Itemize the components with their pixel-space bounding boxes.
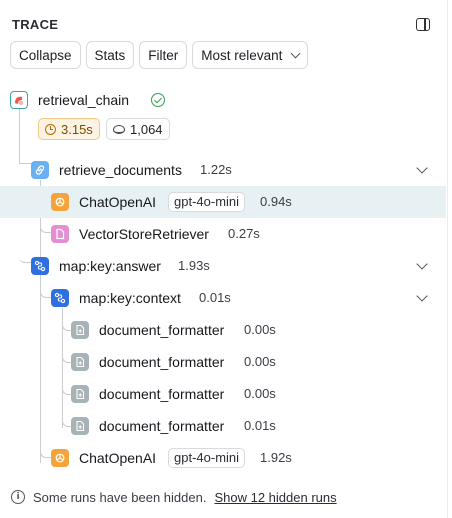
- token-count: 1,064: [130, 121, 163, 137]
- document-icon: [51, 225, 69, 243]
- flow-icon: [51, 289, 69, 307]
- run-name: document_formatter: [99, 322, 225, 338]
- function-icon: [71, 353, 89, 371]
- trace-tree: retrieval_chain 3.15s 1,064 retrieve_doc…: [0, 0, 448, 518]
- clock-icon: [45, 123, 56, 135]
- chevron-down-icon[interactable]: [416, 290, 428, 302]
- latency-badge: 3.15s: [38, 118, 100, 140]
- hidden-runs-message: Some runs have been hidden.: [33, 489, 207, 505]
- link-icon: [31, 161, 49, 179]
- model-tag: gpt-4o-mini: [168, 192, 246, 212]
- run-row[interactable]: map:key:answer 1.93s: [0, 250, 446, 282]
- chevron-down-icon[interactable]: [416, 258, 428, 270]
- run-latency: 0.27s: [228, 226, 260, 241]
- run-latency: 0.94s: [260, 194, 292, 209]
- run-row[interactable]: document_formatter 0.00s: [0, 346, 446, 378]
- run-name: retrieval_chain: [38, 92, 130, 108]
- function-icon: [71, 417, 89, 435]
- openai-icon: [51, 193, 69, 211]
- run-row[interactable]: document_formatter 0.01s: [0, 410, 446, 442]
- show-hidden-runs-link[interactable]: Show 12 hidden runs: [214, 490, 336, 505]
- run-name: VectorStoreRetriever: [79, 226, 209, 242]
- check-circle-icon: [151, 93, 165, 107]
- run-name: document_formatter: [99, 386, 225, 402]
- run-name: retrieve_documents: [59, 162, 182, 178]
- chain-icon: [10, 91, 28, 109]
- run-name: map:key:context: [79, 290, 181, 306]
- run-latency: 1.92s: [260, 450, 292, 465]
- run-row-root[interactable]: retrieval_chain: [0, 84, 446, 116]
- run-name: ChatOpenAI: [79, 194, 157, 210]
- run-row[interactable]: retrieve_documents 1.22s: [0, 154, 446, 186]
- run-latency: 0.01s: [244, 418, 276, 433]
- run-row[interactable]: VectorStoreRetriever 0.27s: [0, 218, 446, 250]
- openai-icon: [51, 449, 69, 467]
- chevron-down-icon[interactable]: [416, 162, 428, 174]
- function-icon: [71, 321, 89, 339]
- run-latency: 1.93s: [178, 258, 210, 273]
- token-badge: 1,064: [106, 118, 170, 140]
- run-row[interactable]: ChatOpenAI gpt-4o-mini 1.92s: [0, 442, 446, 474]
- function-icon: [71, 385, 89, 403]
- run-row[interactable]: document_formatter 0.00s: [0, 378, 446, 410]
- flow-icon: [31, 257, 49, 275]
- run-latency: 1.22s: [200, 162, 232, 177]
- run-name: document_formatter: [99, 418, 225, 434]
- info-icon: i: [11, 490, 25, 504]
- run-name: ChatOpenAI: [79, 450, 157, 466]
- latency-value: 3.15s: [61, 121, 93, 137]
- run-latency: 0.01s: [199, 290, 231, 305]
- run-latency: 0.00s: [244, 354, 276, 369]
- run-latency: 0.00s: [244, 322, 276, 337]
- model-tag: gpt-4o-mini: [168, 448, 246, 468]
- run-row-selected[interactable]: ChatOpenAI gpt-4o-mini 0.94s: [0, 186, 446, 218]
- hidden-runs-notice: i Some runs have been hidden. Show 12 hi…: [11, 487, 337, 507]
- run-name: document_formatter: [99, 354, 225, 370]
- run-latency: 0.00s: [244, 386, 276, 401]
- coins-icon: [112, 124, 125, 134]
- run-row[interactable]: document_formatter 0.00s: [0, 314, 446, 346]
- run-row[interactable]: map:key:context 0.01s: [0, 282, 446, 314]
- run-name: map:key:answer: [59, 258, 161, 274]
